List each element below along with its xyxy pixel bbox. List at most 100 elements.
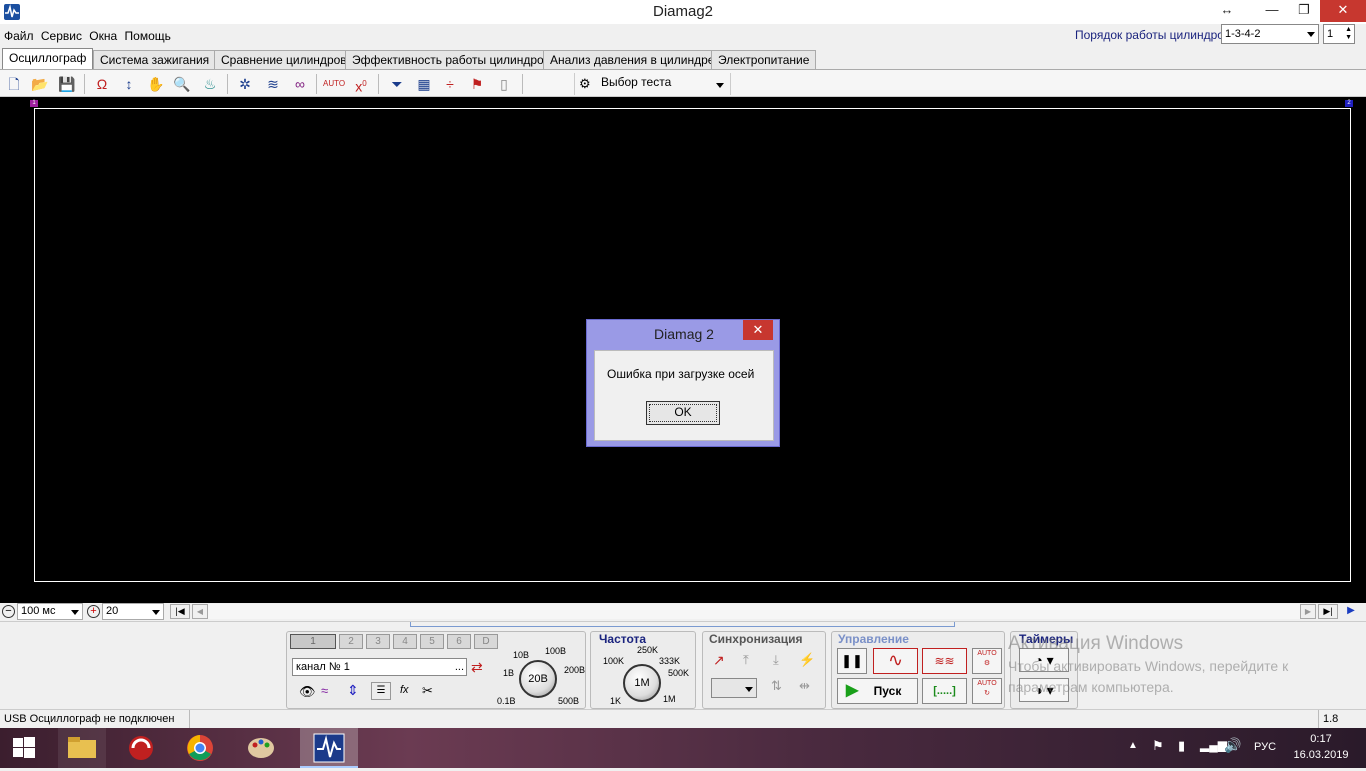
sync-level-icon[interactable]: ⇅	[771, 678, 782, 694]
wave-stack-icon[interactable]: ≋	[262, 73, 284, 95]
wave-icon[interactable]: ≈	[321, 683, 328, 698]
wave-split-icon[interactable]: ✲	[234, 73, 256, 95]
channel-d-button[interactable]: D	[474, 634, 498, 649]
play-icon[interactable]: ▶	[1340, 604, 1362, 619]
voltage-knob[interactable]: 20В	[519, 660, 557, 698]
hand-icon[interactable]: ✋	[145, 73, 167, 95]
channel-name-input[interactable]: канал № 1 ...	[292, 658, 467, 676]
splitter[interactable]	[410, 622, 955, 627]
sync-source-select[interactable]	[711, 678, 757, 698]
record-range-button[interactable]: [.....]	[922, 678, 967, 704]
tray-flag-icon[interactable]: ⚑	[1152, 738, 1164, 754]
signal-icon[interactable]: ▂▄▆	[1200, 738, 1227, 752]
channel-6-button[interactable]: 6	[447, 634, 471, 649]
pause-button[interactable]: ❚❚	[837, 648, 867, 674]
save-icon[interactable]: 💾	[56, 73, 78, 95]
menu-help[interactable]: Помощь	[121, 26, 171, 43]
next-icon[interactable]: ▶	[1300, 604, 1316, 619]
channel-2-button[interactable]: 2	[339, 634, 363, 649]
table-icon[interactable]: ▦	[413, 73, 435, 95]
scrollbar-track[interactable]	[208, 604, 1300, 619]
sync-center-icon[interactable]: ⇹	[799, 678, 810, 694]
channel-settings-icon[interactable]: ⇄	[471, 659, 483, 676]
paint-icon[interactable]	[237, 728, 285, 768]
auto-settings-button[interactable]: AUTO ⚙	[972, 648, 1002, 674]
sine-wave-button[interactable]: ∿	[873, 648, 918, 674]
prev-icon[interactable]: ◀	[192, 604, 208, 619]
cylinder-number-spinner[interactable]: 1 ▲ ▼	[1323, 24, 1355, 44]
tab-power[interactable]: Электропитание	[711, 50, 817, 69]
volume-icon[interactable]: 🔊	[1224, 737, 1241, 754]
menu-service[interactable]: Сервис	[37, 26, 82, 43]
sync-up-icon[interactable]: ⤒	[743, 652, 749, 668]
menu-windows[interactable]: Окна	[85, 26, 117, 43]
close-button[interactable]: ✕	[1320, 0, 1366, 22]
channel-5-button[interactable]: 5	[420, 634, 444, 649]
eye-icon[interactable]: 👁	[299, 684, 316, 700]
tab-bar: Осциллограф Система зажигания Сравнение …	[0, 48, 1366, 70]
cursor-arrows-icon[interactable]: ↕	[118, 73, 140, 95]
open-folder-icon[interactable]: 📂	[29, 73, 51, 95]
maximize-button[interactable]: ❐	[1288, 0, 1320, 22]
marker-left[interactable]: 1	[30, 100, 38, 107]
tools-icon[interactable]: ✂	[422, 683, 433, 699]
sync-down-icon[interactable]: ⤓	[773, 652, 779, 668]
noise-wave-button[interactable]: ≋≋	[922, 648, 967, 674]
new-file-icon[interactable]: 🗋	[3, 73, 25, 95]
test-select[interactable]: ⚙ Выбор теста	[574, 73, 731, 95]
language-indicator[interactable]: РУС	[1254, 741, 1276, 753]
cylinder-order-select[interactable]: 1-3-4-2	[1221, 24, 1319, 44]
ok-button[interactable]: OK	[646, 401, 720, 425]
channel-4-button[interactable]: 4	[393, 634, 417, 649]
first-icon[interactable]: |◀	[170, 604, 190, 619]
diamag-taskbar-icon[interactable]	[300, 728, 358, 768]
clock-date[interactable]: 16.03.2019	[1290, 749, 1352, 761]
filter-icon[interactable]: ♨	[199, 73, 221, 95]
sync-auto-icon[interactable]: ⚡	[799, 652, 815, 668]
chrome-icon[interactable]	[176, 728, 224, 768]
timebase-select[interactable]: 100 мс	[17, 603, 83, 620]
auto-scale-icon[interactable]: AUTO	[323, 73, 345, 95]
tab-ignition[interactable]: Система зажигания	[93, 50, 217, 69]
funnel-icon[interactable]: ⏷	[386, 73, 408, 95]
tab-oscilloscope[interactable]: Осциллограф	[2, 48, 94, 70]
up-down-icon[interactable]: ⇕	[347, 682, 359, 699]
auto-sync-button[interactable]: AUTO ↻	[972, 678, 1002, 704]
divider-icon[interactable]: ÷	[439, 73, 461, 95]
start-button[interactable]: ▶ Пуск	[837, 678, 918, 704]
voltage-label-500v: 500В	[558, 696, 580, 706]
minimize-button[interactable]: —	[1256, 0, 1288, 22]
minus-icon[interactable]: −	[2, 605, 15, 618]
magnet-icon[interactable]: Ω	[91, 73, 113, 95]
tray-up-icon[interactable]: ▲	[1128, 740, 1138, 751]
tab-cylinder-compare[interactable]: Сравнение цилиндров	[214, 50, 354, 69]
last-icon[interactable]: ▶|	[1318, 604, 1338, 619]
resize-icon[interactable]: ↔	[1211, 0, 1243, 22]
flag-icon[interactable]: ⚑	[466, 73, 488, 95]
wave-overlay-icon[interactable]: ∞	[289, 73, 311, 95]
file-explorer-icon[interactable]	[58, 728, 106, 768]
activation-watermark-title: Активация Windows	[1008, 633, 1184, 654]
clock-time[interactable]: 0:17	[1290, 733, 1352, 745]
frequency-knob[interactable]: 1М	[623, 664, 661, 702]
battery-icon[interactable]: ▮	[1178, 738, 1185, 754]
plus-icon[interactable]: +	[87, 605, 100, 618]
lines-icon[interactable]: ☰	[371, 682, 391, 700]
windows-start-icon[interactable]	[0, 728, 48, 768]
document-icon[interactable]: ▯	[493, 73, 515, 95]
marker-right[interactable]: 2	[1345, 100, 1353, 107]
tab-cylinder-efficiency[interactable]: Эффективность работы цилиндров	[345, 50, 558, 69]
app-ccleaner-icon[interactable]	[117, 728, 165, 768]
tab-cylinder-pressure[interactable]: Анализ давления в цилиндре	[543, 50, 722, 69]
sync-rising-icon[interactable]: ↗	[713, 652, 725, 669]
status-bar: USB Осциллограф не подключен 1.8	[0, 709, 1366, 729]
channel-1-button[interactable]: 1	[290, 634, 336, 649]
zero-icon[interactable]: x0	[350, 73, 372, 95]
scale-select[interactable]: 20	[102, 603, 164, 620]
fx-icon[interactable]: fx	[400, 684, 409, 696]
dialog-close-button[interactable]: ✕	[743, 320, 773, 340]
channel-3-button[interactable]: 3	[366, 634, 390, 649]
menu-file[interactable]: Файл	[0, 26, 34, 43]
zoom-icon[interactable]: 🔍	[171, 73, 193, 95]
browse-button[interactable]: ...	[455, 659, 464, 675]
